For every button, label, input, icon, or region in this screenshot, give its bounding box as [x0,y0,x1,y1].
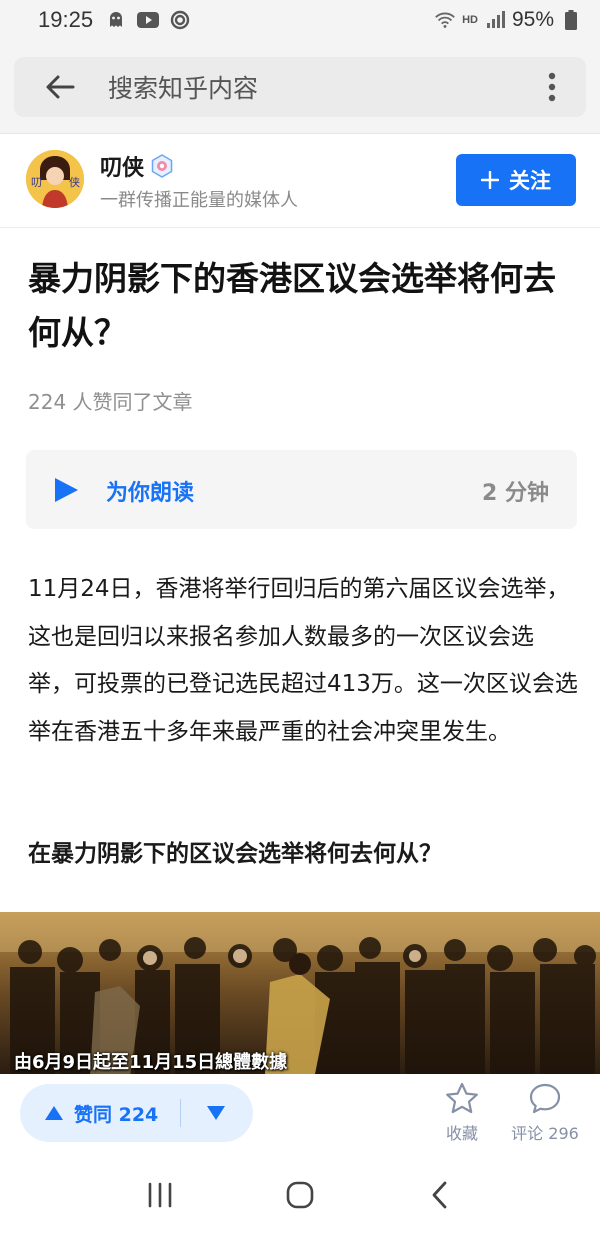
favorite-label: 收藏 [445,1124,478,1143]
more-options-button[interactable] [532,57,572,117]
back-arrow-icon [46,75,75,99]
status-system-icons: HD 95% [434,8,582,32]
author-description: 一群传播正能量的媒体人 [100,190,298,211]
wifi-icon [434,9,456,31]
signal-icon [484,9,506,31]
author-name[interactable]: 叨侠 [100,150,144,182]
author-avatar[interactable]: 叨 侠 [26,150,84,208]
ghost-notification-icon [105,9,127,31]
back-button[interactable] [28,57,92,117]
vote-pill: 赞同 224 [20,1084,253,1142]
home-button[interactable] [270,1165,330,1225]
system-back-button[interactable] [410,1165,470,1225]
svg-text:侠: 侠 [69,176,80,189]
follow-label: 关注 [509,169,551,193]
status-time: 19:25 [38,7,94,32]
recent-apps-icon [148,1182,172,1207]
follow-button[interactable]: 关注 [456,154,576,206]
svg-text:叨: 叨 [31,176,42,189]
spiral-app-icon [169,9,191,31]
search-header: 搜索知乎内容 [0,40,600,134]
triangle-down-icon [207,1106,226,1120]
battery-icon [560,9,582,31]
status-notification-icons [105,9,191,31]
comment-button[interactable]: 评论 296 [510,1082,580,1144]
author-name-wrap[interactable]: 叨侠 [100,150,174,182]
author-row: 叨 侠 叨侠 一群传播正能量的媒体人 关注 [0,134,600,228]
upvote-button[interactable]: 赞同 224 [20,1084,158,1142]
youtube-icon [137,9,160,31]
more-vertical-icon [548,72,556,102]
favorite-button[interactable]: 收藏 [442,1082,482,1144]
article-title: 暴力阴影下的香港区议会选举将何去何从？ [28,259,556,352]
search-input[interactable]: 搜索知乎内容 [108,69,532,105]
comment-bubble-icon [529,1083,561,1114]
article-paragraph: 11月24日，香港将举行回归后的第六届区议会选举，这也是回归以来报名参加人数最多… [28,576,578,745]
article-subheading: 在暴力阴影下的区议会选举将何去何从？ [28,841,442,867]
read-aloud-label: 为你朗读 [106,481,195,506]
photo-caption: 由6月9日起至11月15日總體數據 [14,1052,288,1073]
status-bar: 19:25 HD 95% [0,0,600,40]
read-aloud-card[interactable]: 为你朗读 2 分钟 [26,450,577,529]
recent-apps-button[interactable] [130,1165,190,1225]
star-icon [446,1082,478,1114]
plus-icon [481,171,499,189]
triangle-up-icon [45,1106,63,1120]
home-icon [286,1181,314,1208]
system-nav-bar [0,1156,600,1233]
verified-badge-icon [151,154,173,178]
battery-percent: 95% [511,8,554,31]
article-photo[interactable]: 由6月9日起至11月15日總體數據 [0,912,600,1074]
likes-count-line[interactable]: 224 人赞同了文章 [28,386,193,415]
downvote-button[interactable] [181,1084,251,1142]
comment-label: 评论 296 [511,1124,579,1143]
network-type: HD [462,14,478,26]
upvote-label: 赞同 224 [74,1103,159,1126]
search-bar[interactable]: 搜索知乎内容 [14,57,586,117]
play-icon [55,478,78,502]
chevron-left-icon [432,1181,447,1208]
read-duration: 2 分钟 [482,481,549,506]
bottom-action-bar: 赞同 224 收藏 评论 296 [0,1074,600,1156]
